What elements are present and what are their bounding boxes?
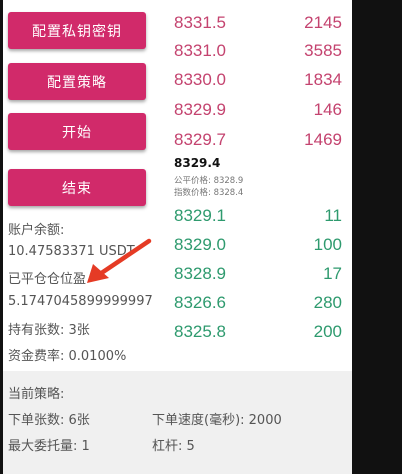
bid-qty: 200 (313, 322, 342, 341)
ask-row[interactable]: 8331.0 3585 (174, 39, 342, 63)
ask-qty: 1834 (304, 70, 342, 89)
ask-price: 8331.5 (174, 13, 226, 32)
bid-qty: 17 (323, 264, 342, 283)
config-strategy-button[interactable]: 配置策略 (8, 63, 146, 100)
max-orders: 最大委托量: 1 (8, 439, 90, 454)
bid-row[interactable]: 8329.0 100 (174, 233, 342, 257)
bid-price: 8328.9 (174, 264, 226, 283)
closed-position-value: 5.1747045899999997 (8, 294, 153, 309)
config-keys-button[interactable]: 配置私钥密钥 (8, 12, 146, 49)
bid-price: 8329.0 (174, 235, 226, 254)
ask-price: 8329.7 (174, 130, 226, 149)
ask-price: 8330.0 (174, 70, 226, 89)
bid-price: 8325.8 (174, 322, 226, 341)
fair-price: 公平价格: 8328.9 (174, 176, 244, 186)
last-price: 8329.4 (174, 156, 221, 170)
trading-app: 配置私钥密钥 配置策略 开始 结束 账户余额: 10.47583371 USDT… (3, 0, 352, 474)
ask-row[interactable]: 8331.5 2145 (174, 11, 342, 35)
strategy-title: 当前策略: (8, 387, 65, 402)
holding-count: 持有张数: 3张 (8, 323, 90, 338)
bid-row[interactable]: 8329.1 11 (174, 204, 342, 228)
ask-qty: 146 (313, 100, 342, 119)
ask-qty: 2145 (304, 13, 342, 32)
bid-price: 8326.6 (174, 293, 226, 312)
ask-qty: 1469 (304, 130, 342, 149)
bid-row[interactable]: 8325.8 200 (174, 320, 342, 344)
stop-button[interactable]: 结束 (8, 169, 146, 206)
screen-border-right (352, 0, 402, 474)
bid-qty: 100 (313, 235, 342, 254)
ask-row[interactable]: 8330.0 1834 (174, 68, 342, 92)
ask-price: 8329.9 (174, 100, 226, 119)
order-speed: 下单速度(毫秒): 2000 (152, 413, 282, 428)
funding-rate: 资金费率: 0.0100% (8, 349, 127, 364)
ask-qty: 3585 (304, 41, 342, 60)
ask-row[interactable]: 8329.7 1469 (174, 128, 342, 152)
bid-row[interactable]: 8328.9 17 (174, 262, 342, 286)
strategy-panel: 当前策略: 下单张数: 6张 下单速度(毫秒): 2000 最大委托量: 1 杠… (3, 371, 352, 474)
bid-row[interactable]: 8326.6 280 (174, 291, 342, 315)
leverage: 杠杆: 5 (152, 439, 195, 454)
red-arrow-annotation (87, 238, 152, 283)
bid-qty: 11 (324, 206, 342, 225)
order-quantity: 下单张数: 6张 (8, 413, 90, 428)
bid-qty: 280 (313, 293, 342, 312)
bid-price: 8329.1 (174, 206, 226, 225)
closed-position-label: 已平仓仓位盈 (8, 272, 87, 287)
balance-label: 账户余额: (8, 223, 65, 238)
ask-price: 8331.0 (174, 41, 226, 60)
ask-row[interactable]: 8329.9 146 (174, 98, 342, 122)
index-price: 指数价格: 8328.4 (174, 188, 244, 198)
start-button[interactable]: 开始 (8, 113, 146, 150)
